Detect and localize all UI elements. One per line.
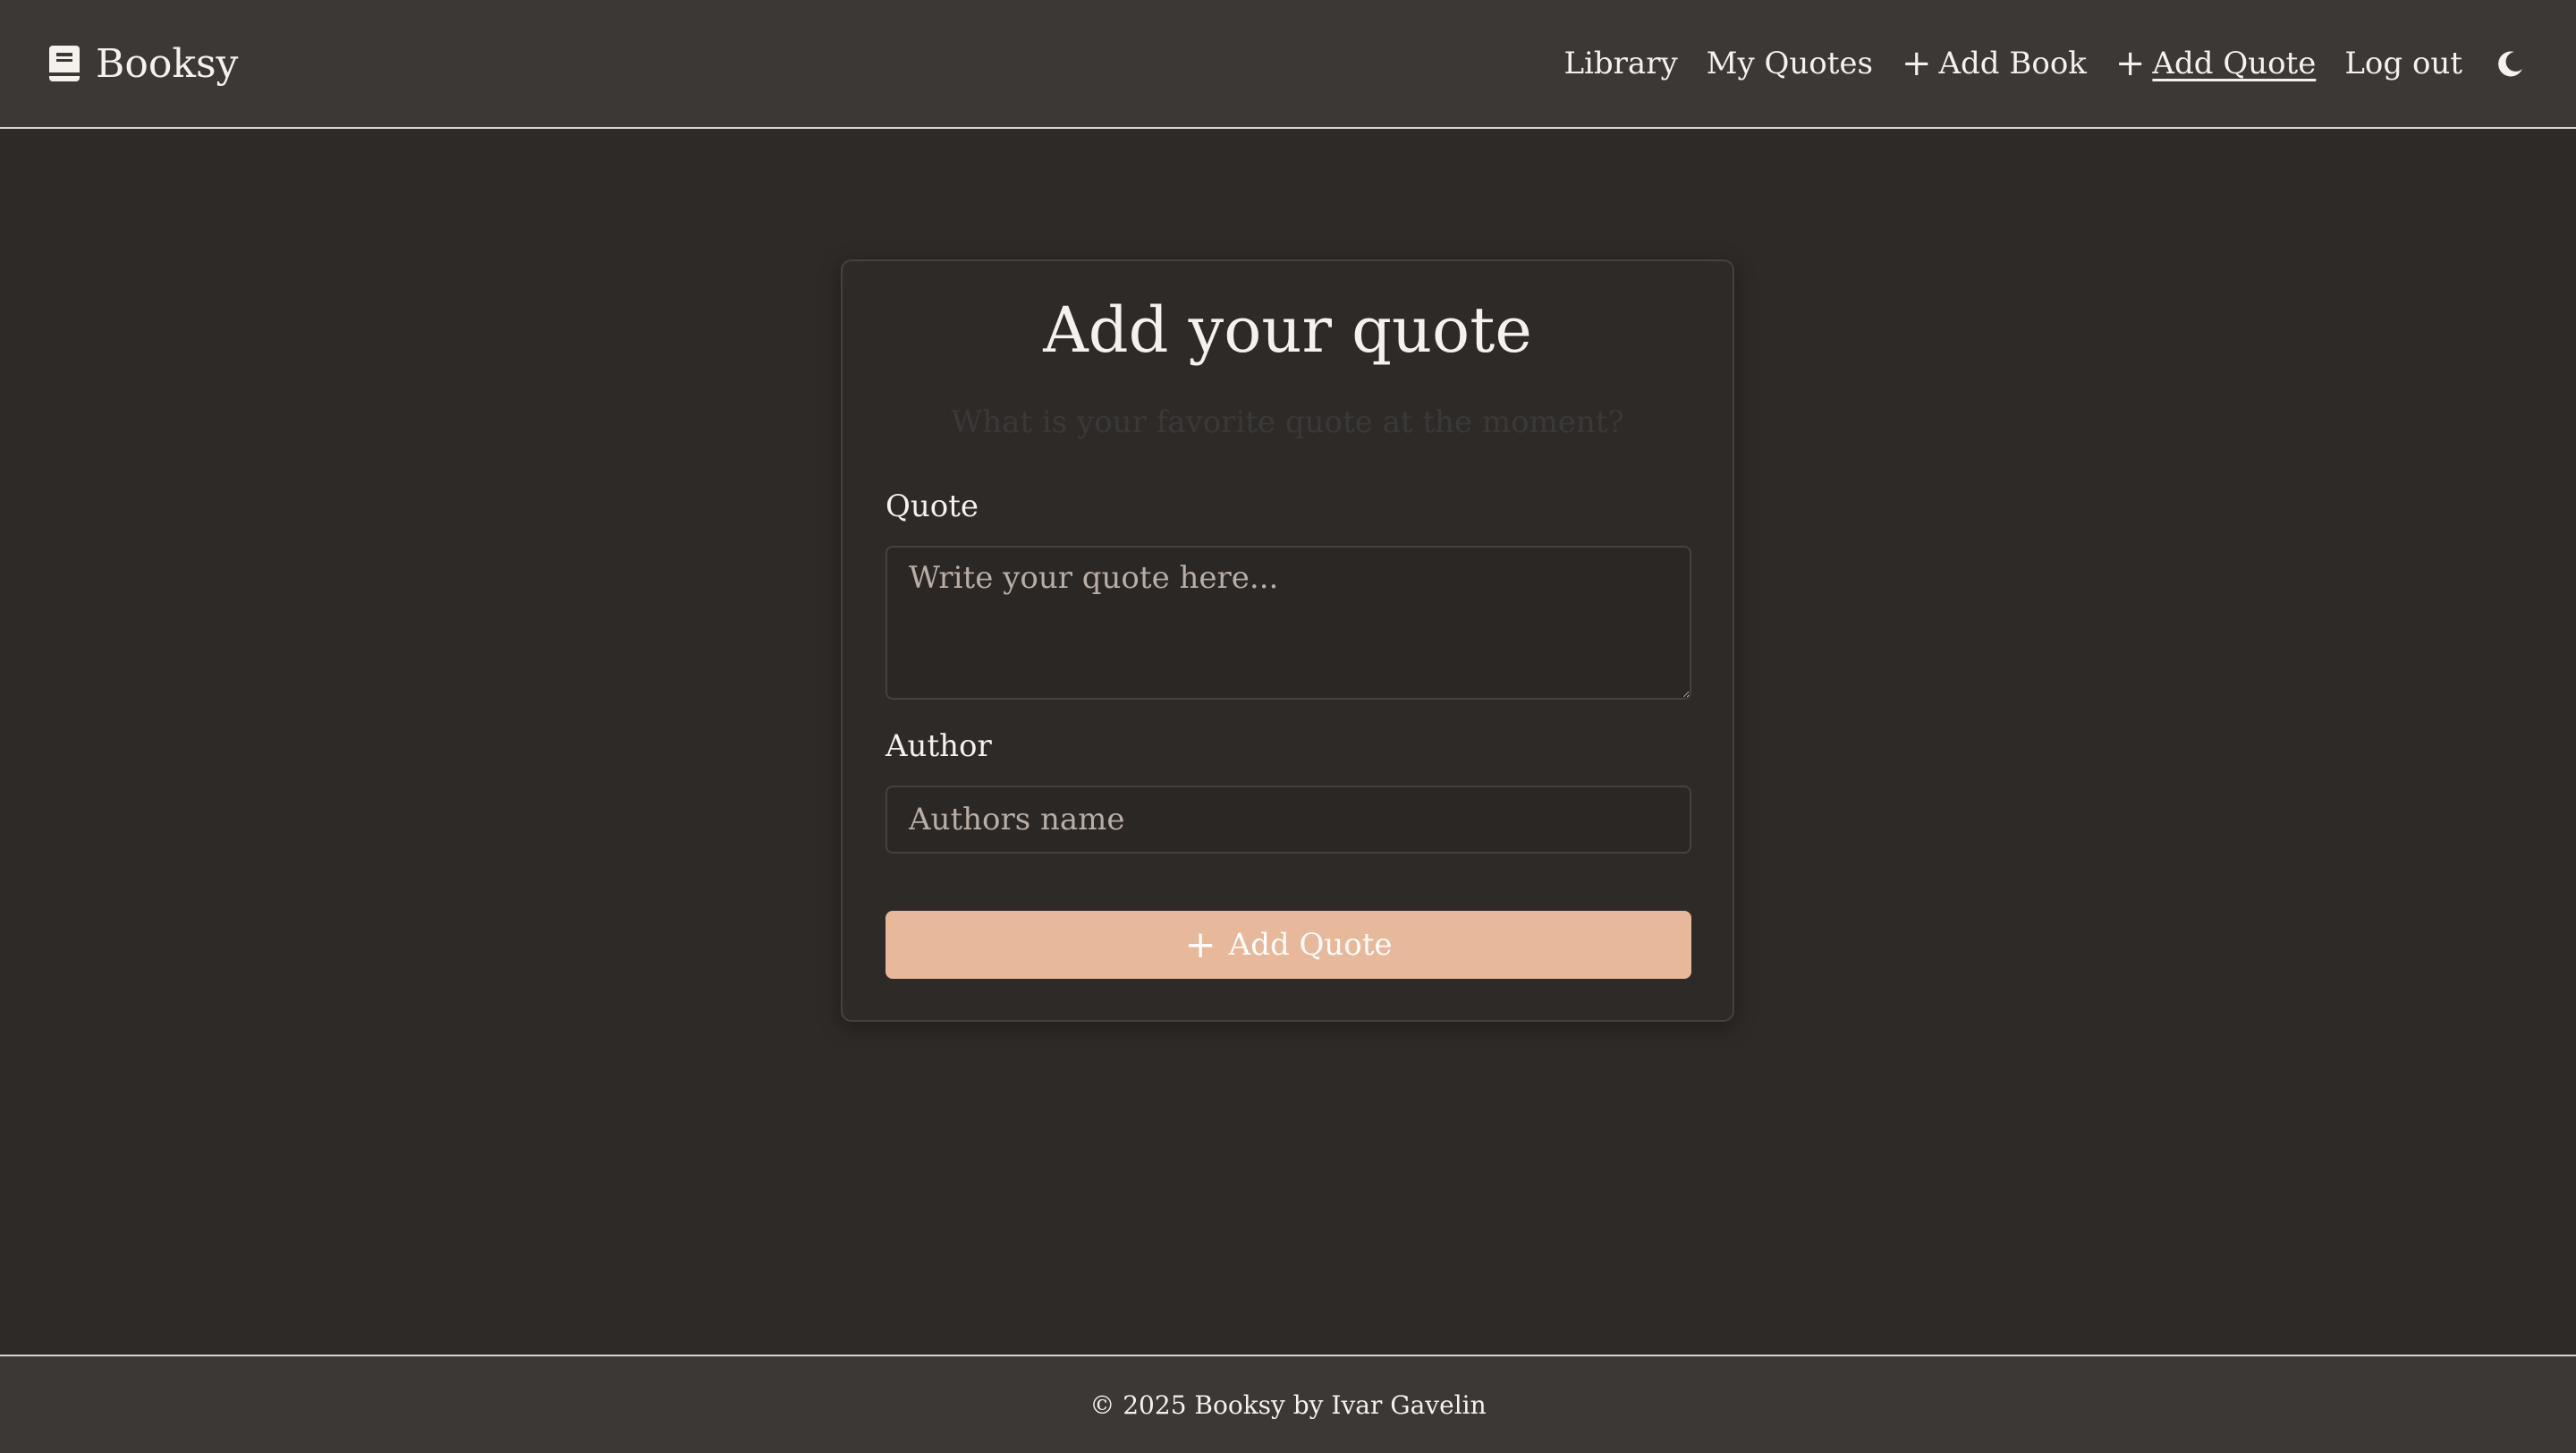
nav-link-label: Add Book: [1938, 46, 2087, 81]
author-label: Author: [886, 728, 992, 764]
nav-link-label: Library: [1563, 46, 1678, 81]
top-navbar: Booksy Library My Quotes + Add Book + Ad…: [0, 0, 2576, 129]
moon-icon: [2498, 51, 2522, 77]
quote-label: Quote: [886, 489, 979, 524]
author-input[interactable]: [886, 786, 1691, 854]
plus-icon: +: [1901, 43, 1932, 84]
brand-name: Booksy: [96, 40, 239, 87]
add-quote-button-label: Add Quote: [1228, 927, 1393, 963]
nav-link-label: Add Quote: [2152, 46, 2317, 81]
footer: © 2025 Booksy by Ivar Gavelin: [0, 1355, 2576, 1453]
nav-link-my-quotes[interactable]: My Quotes: [1707, 46, 1873, 81]
nav-link-add-book[interactable]: + Add Book: [1902, 46, 2087, 81]
add-quote-button[interactable]: + Add Quote: [886, 911, 1691, 979]
quote-textarea[interactable]: [886, 546, 1691, 700]
plus-icon: +: [2114, 43, 2146, 84]
theme-toggle-button[interactable]: [2495, 47, 2527, 80]
plus-icon: +: [1184, 922, 1216, 966]
nav-link-label: Log out: [2344, 46, 2462, 81]
nav-link-label: My Quotes: [1706, 46, 1873, 81]
nav-links: Library My Quotes + Add Book + Add Quote…: [1563, 46, 2527, 81]
nav-link-library[interactable]: Library: [1563, 46, 1677, 81]
page-subtitle: What is your favorite quote at the momen…: [951, 404, 1624, 440]
add-quote-card: Add your quote What is your favorite quo…: [841, 259, 1734, 1022]
footer-text: © 2025 Booksy by Ivar Gavelin: [1089, 1389, 1487, 1420]
brand-link[interactable]: Booksy: [49, 41, 238, 87]
page-title: Add your quote: [1043, 293, 1532, 367]
book-icon: [49, 46, 80, 81]
nav-link-add-quote[interactable]: + Add Quote: [2115, 46, 2316, 81]
nav-link-logout[interactable]: Log out: [2344, 46, 2462, 81]
